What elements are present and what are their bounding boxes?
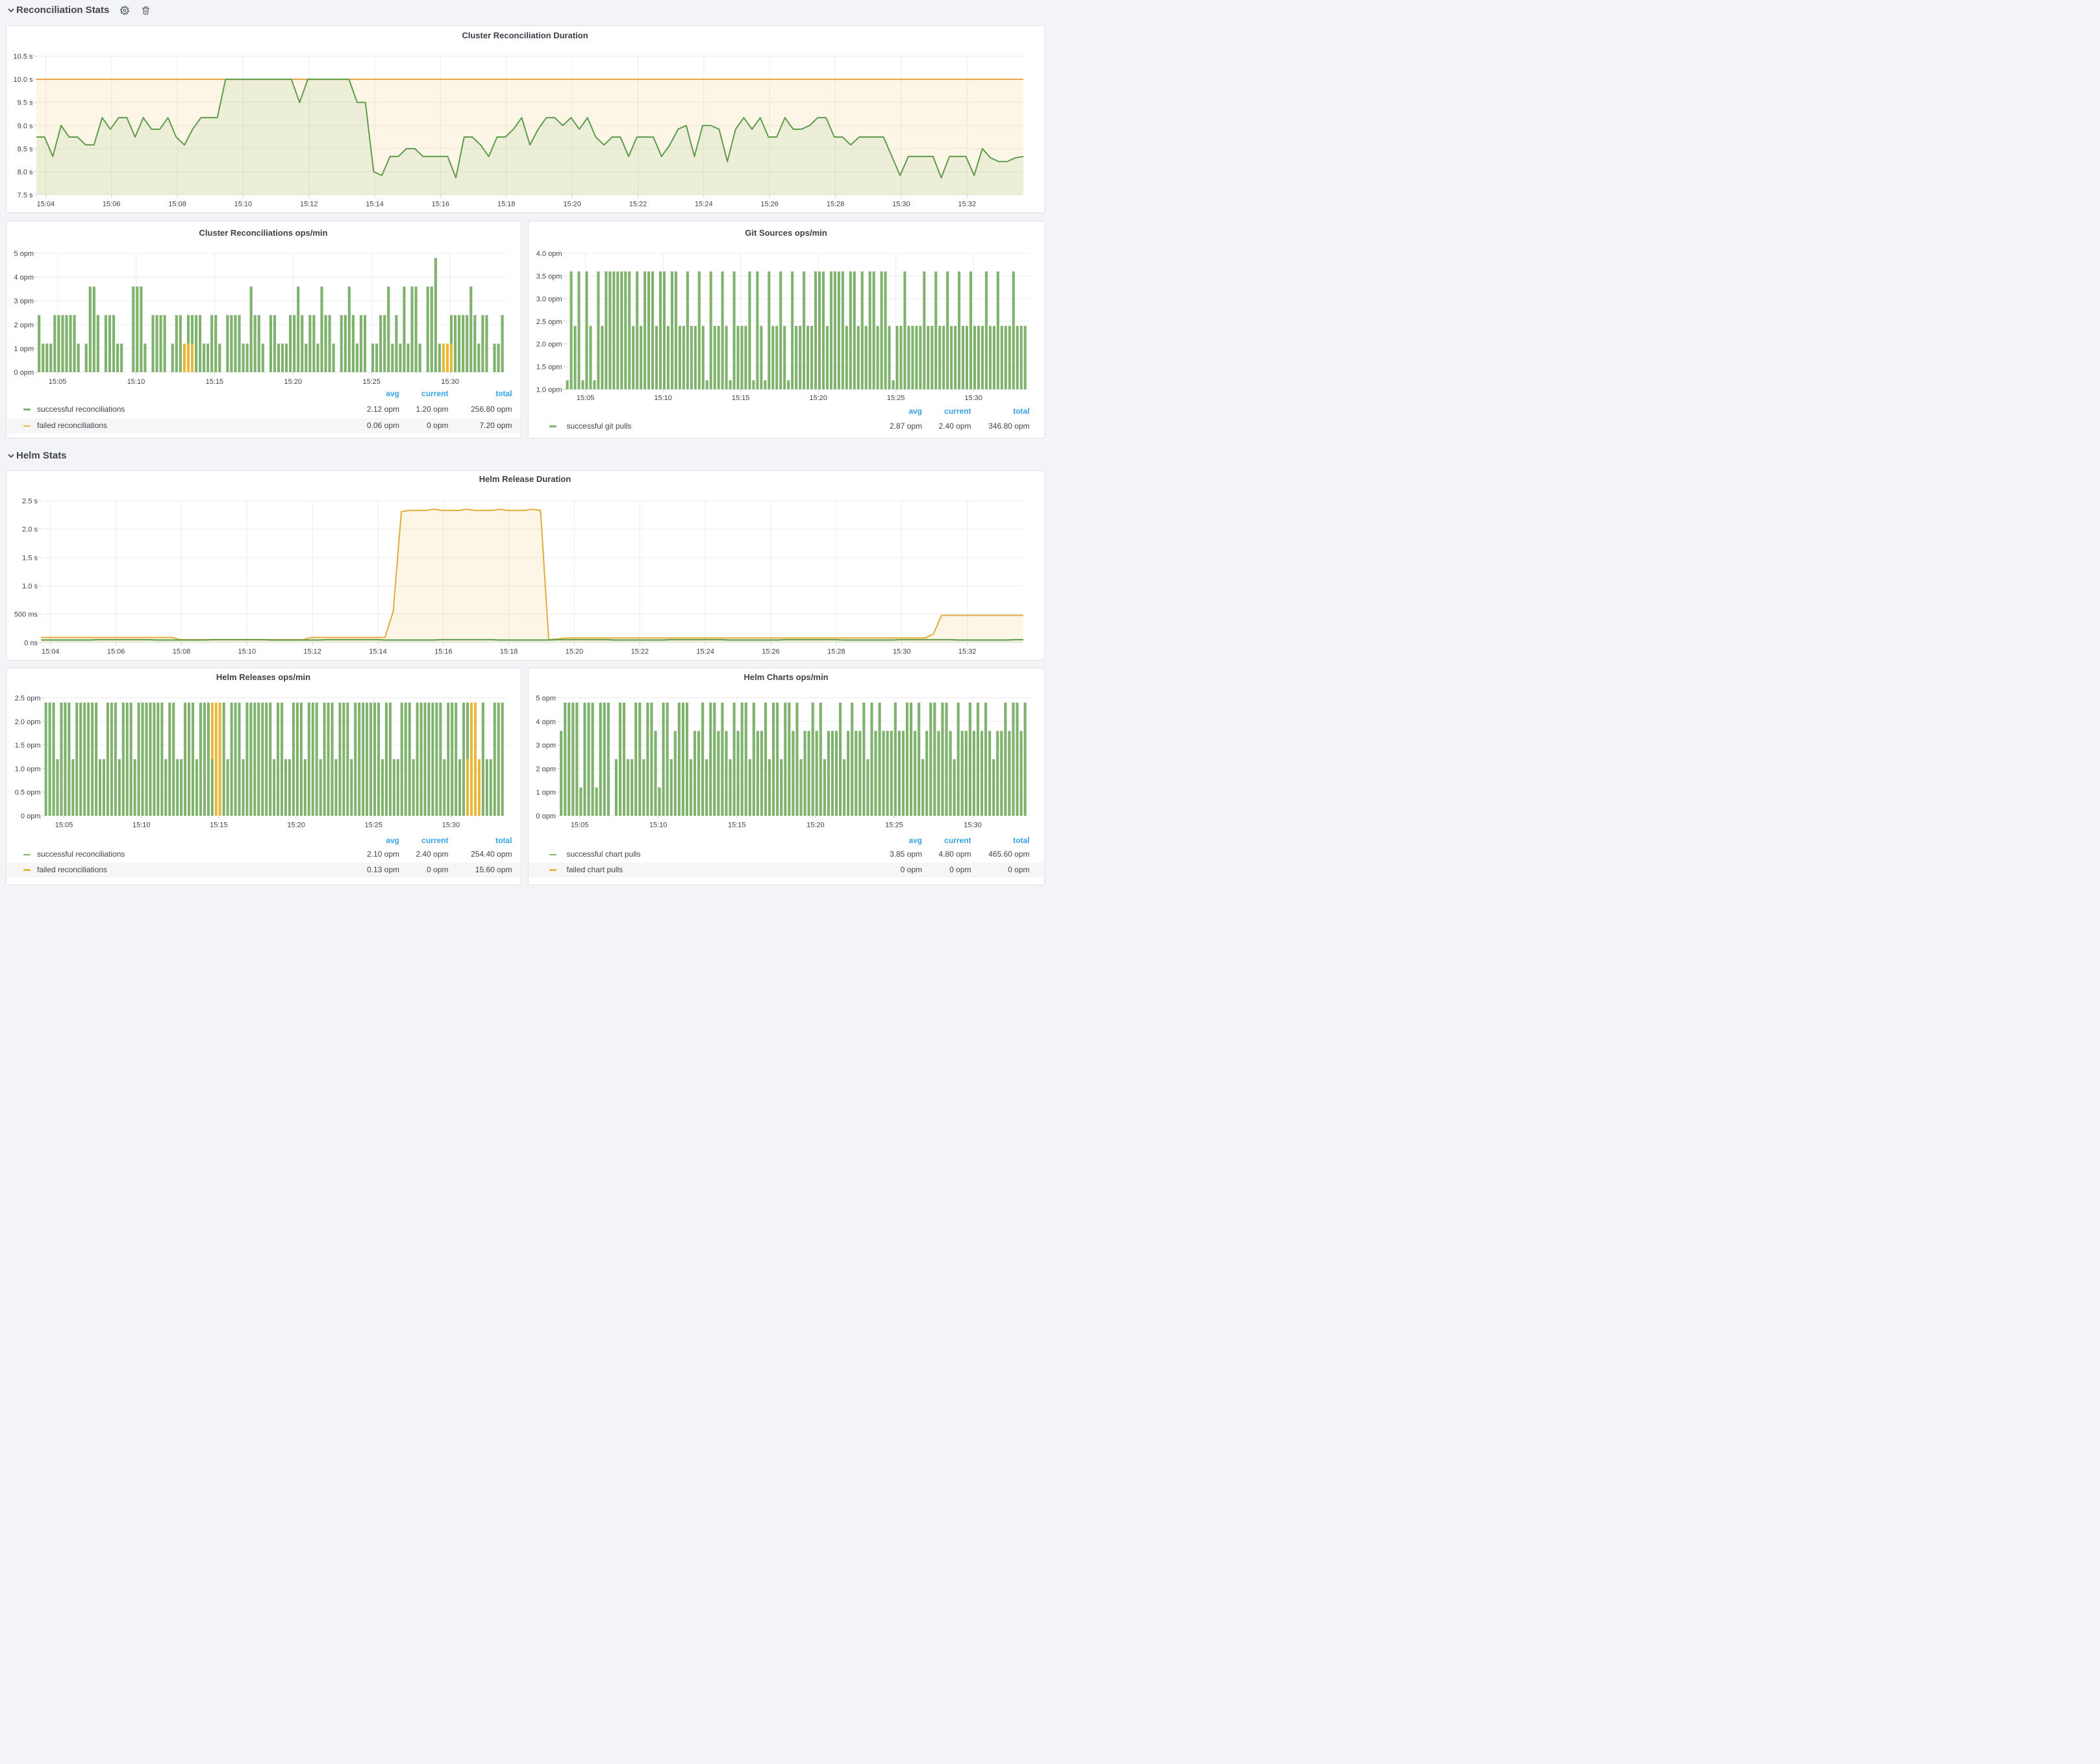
- svg-text:15:05: 15:05: [576, 394, 594, 402]
- svg-text:15:30: 15:30: [964, 822, 982, 829]
- svg-text:15:20: 15:20: [563, 200, 581, 208]
- svg-text:15:16: 15:16: [431, 200, 449, 208]
- svg-text:2 opm: 2 opm: [14, 321, 34, 329]
- svg-text:15:24: 15:24: [696, 648, 714, 656]
- svg-text:15:25: 15:25: [885, 822, 903, 829]
- svg-text:15:14: 15:14: [366, 200, 384, 208]
- svg-text:15:15: 15:15: [731, 394, 749, 402]
- svg-text:2.5 opm: 2.5 opm: [14, 695, 40, 703]
- svg-text:15:04: 15:04: [36, 200, 55, 208]
- svg-text:15:25: 15:25: [362, 378, 381, 386]
- svg-text:10.5 s: 10.5 s: [13, 53, 32, 60]
- svg-text:1.0 opm: 1.0 opm: [14, 765, 40, 773]
- svg-text:4 opm: 4 opm: [14, 274, 34, 282]
- svg-text:4 opm: 4 opm: [536, 718, 556, 726]
- svg-text:15:32: 15:32: [958, 648, 976, 656]
- svg-text:7.5 s: 7.5 s: [17, 192, 32, 199]
- svg-text:0 opm: 0 opm: [14, 369, 34, 377]
- svg-text:15:25: 15:25: [886, 394, 905, 402]
- svg-text:5 opm: 5 opm: [536, 695, 556, 703]
- svg-text:1 opm: 1 opm: [14, 345, 34, 353]
- svg-text:15:22: 15:22: [631, 648, 649, 656]
- svg-text:1.5 opm: 1.5 opm: [536, 364, 562, 372]
- svg-text:8.0 s: 8.0 s: [17, 168, 32, 176]
- svg-text:500 ms: 500 ms: [14, 611, 38, 619]
- svg-text:10.0 s: 10.0 s: [13, 76, 32, 84]
- svg-text:15:28: 15:28: [826, 200, 844, 208]
- svg-text:5 opm: 5 opm: [14, 250, 34, 258]
- svg-text:0 opm: 0 opm: [20, 813, 40, 820]
- svg-text:15:30: 15:30: [892, 648, 910, 656]
- svg-text:15:06: 15:06: [106, 648, 125, 656]
- svg-text:15:05: 15:05: [48, 378, 66, 386]
- svg-text:15:25: 15:25: [364, 822, 382, 829]
- svg-text:3.5 opm: 3.5 opm: [536, 273, 562, 281]
- svg-text:15:12: 15:12: [299, 200, 318, 208]
- svg-text:15:05: 15:05: [55, 822, 73, 829]
- svg-text:15:32: 15:32: [958, 200, 976, 208]
- svg-text:4.0 opm: 4.0 opm: [536, 250, 562, 258]
- svg-text:15:14: 15:14: [369, 648, 387, 656]
- svg-text:15:10: 15:10: [127, 378, 145, 386]
- svg-text:15:15: 15:15: [728, 822, 746, 829]
- svg-text:0.5 opm: 0.5 opm: [14, 789, 40, 797]
- svg-text:15:08: 15:08: [172, 648, 190, 656]
- svg-text:0 opm: 0 opm: [536, 813, 556, 820]
- svg-text:15:26: 15:26: [760, 200, 779, 208]
- svg-text:15:15: 15:15: [205, 378, 223, 386]
- svg-text:15:05: 15:05: [570, 822, 588, 829]
- svg-text:15:20: 15:20: [565, 648, 583, 656]
- svg-text:15:26: 15:26: [762, 648, 780, 656]
- svg-text:15:20: 15:20: [806, 822, 825, 829]
- svg-text:2.5 opm: 2.5 opm: [536, 318, 562, 326]
- svg-text:15:10: 15:10: [654, 394, 672, 402]
- svg-text:2.5 s: 2.5 s: [22, 498, 38, 505]
- svg-text:15:20: 15:20: [809, 394, 827, 402]
- svg-text:15:20: 15:20: [287, 822, 305, 829]
- svg-text:15:10: 15:10: [234, 200, 252, 208]
- svg-text:15:15: 15:15: [210, 822, 228, 829]
- svg-text:15:18: 15:18: [497, 200, 516, 208]
- svg-text:15:08: 15:08: [168, 200, 186, 208]
- svg-text:1.0 s: 1.0 s: [22, 583, 38, 590]
- svg-text:15:30: 15:30: [964, 394, 982, 402]
- svg-text:1.0 opm: 1.0 opm: [536, 386, 562, 394]
- svg-text:2 opm: 2 opm: [536, 765, 556, 773]
- svg-text:15:10: 15:10: [649, 822, 667, 829]
- svg-text:3.0 opm: 3.0 opm: [536, 296, 562, 303]
- svg-text:2.0 opm: 2.0 opm: [14, 718, 40, 726]
- svg-text:9.5 s: 9.5 s: [17, 99, 32, 107]
- svg-text:1 opm: 1 opm: [536, 789, 556, 797]
- svg-text:15:18: 15:18: [499, 648, 518, 656]
- svg-text:2.0 s: 2.0 s: [22, 526, 38, 534]
- svg-text:3 opm: 3 opm: [536, 742, 556, 750]
- svg-text:15:16: 15:16: [434, 648, 453, 656]
- svg-text:15:10: 15:10: [132, 822, 150, 829]
- svg-text:15:30: 15:30: [441, 378, 459, 386]
- svg-text:15:30: 15:30: [892, 200, 910, 208]
- svg-text:15:04: 15:04: [42, 648, 60, 656]
- svg-text:8.5 s: 8.5 s: [17, 145, 32, 153]
- svg-text:9.0 s: 9.0 s: [17, 122, 32, 130]
- svg-text:15:12: 15:12: [303, 648, 321, 656]
- svg-text:1.5 s: 1.5 s: [22, 554, 38, 562]
- svg-text:15:28: 15:28: [827, 648, 845, 656]
- svg-text:2.0 opm: 2.0 opm: [536, 341, 562, 349]
- svg-text:15:20: 15:20: [284, 378, 302, 386]
- svg-text:1.5 opm: 1.5 opm: [14, 742, 40, 750]
- svg-text:3 opm: 3 opm: [14, 297, 34, 305]
- svg-text:15:22: 15:22: [629, 200, 647, 208]
- svg-text:15:10: 15:10: [238, 648, 256, 656]
- svg-text:15:30: 15:30: [442, 822, 460, 829]
- svg-text:15:06: 15:06: [102, 200, 120, 208]
- svg-text:15:24: 15:24: [695, 200, 713, 208]
- svg-text:0 ns: 0 ns: [24, 639, 38, 647]
